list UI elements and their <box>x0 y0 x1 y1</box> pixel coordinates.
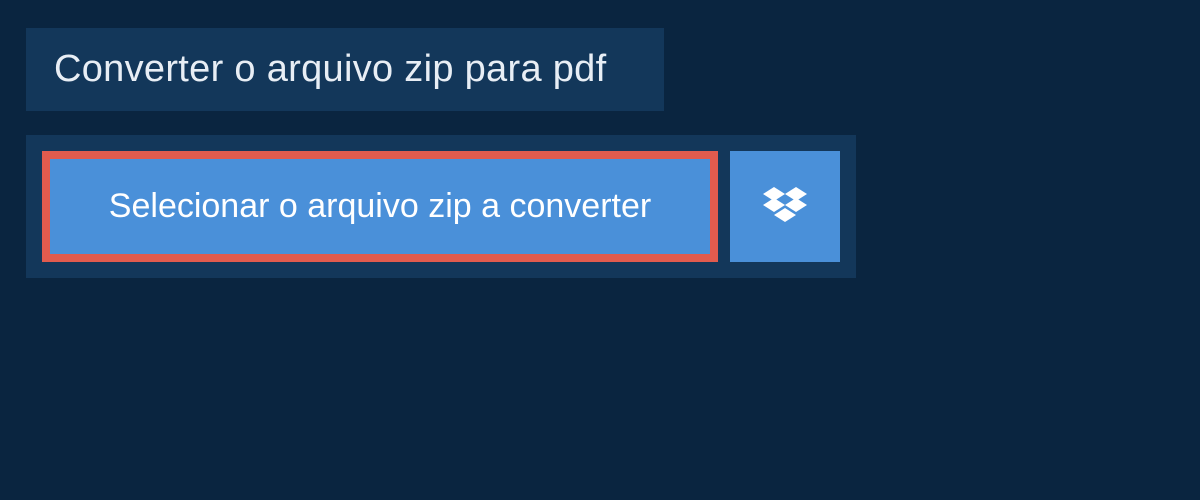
converter-panel: Converter o arquivo zip para pdf Selecio… <box>26 28 856 278</box>
select-file-button[interactable]: Selecionar o arquivo zip a converter <box>42 151 718 262</box>
action-row: Selecionar o arquivo zip a converter <box>26 135 856 278</box>
title-bar: Converter o arquivo zip para pdf <box>26 28 664 111</box>
dropbox-button[interactable] <box>730 151 840 262</box>
dropbox-icon <box>763 187 807 227</box>
page-title: Converter o arquivo zip para pdf <box>54 48 636 91</box>
select-file-label: Selecionar o arquivo zip a converter <box>109 187 651 226</box>
